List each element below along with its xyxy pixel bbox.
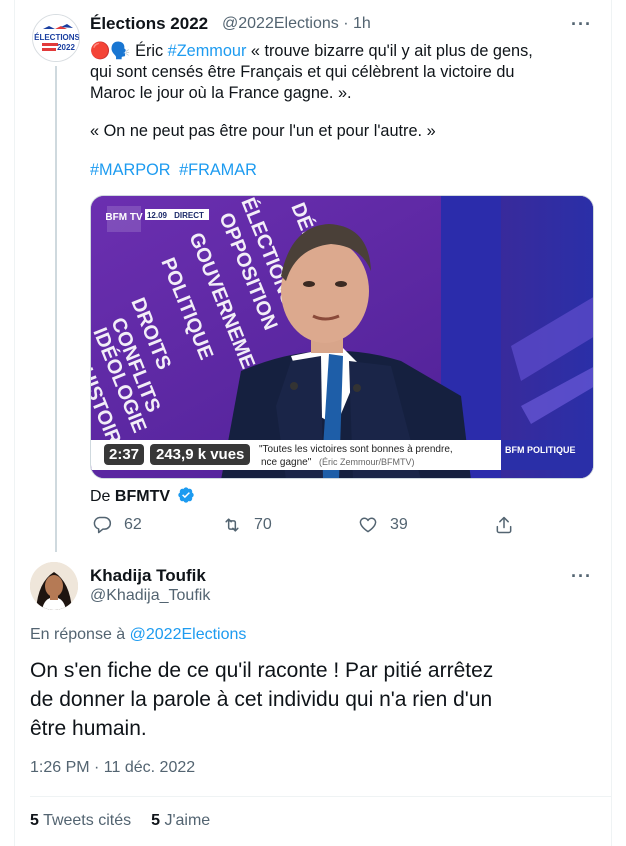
tweet-text: 🔴🗣️ Éric #Zemmour « trouve bizarre qu'il… <box>90 41 590 104</box>
engagement-stats: 5 Tweets cités 5 J'aime <box>30 812 210 830</box>
retweet-button[interactable]: 70 <box>222 515 272 535</box>
reply-context: En réponse à @2022Elections <box>30 626 246 644</box>
hashtag-row: #MARPOR #FRAMAR <box>90 161 261 180</box>
quote-tweets-link[interactable]: 5 Tweets cités <box>30 812 131 830</box>
video-duration: 2:37 <box>104 444 145 465</box>
text-line2: qui sont censés être Français et qui cél… <box>90 63 515 81</box>
svg-text:BFM TV: BFM TV <box>105 212 143 223</box>
video-player[interactable]: DÉBAT ÉLECTIONS OPPOSITION GOUVERNEMENT … <box>90 195 594 479</box>
reply-text: On s'en fiche de ce qu'il raconte ! Par … <box>30 656 590 743</box>
reply-author-handle[interactable]: @Khadija_Toufik <box>90 587 210 605</box>
hashtag-link[interactable]: #Zemmour <box>168 42 247 60</box>
verified-icon <box>178 487 195 503</box>
program-label: BFM POLITIQUE <box>505 445 576 455</box>
reply-icon <box>93 516 112 534</box>
thread-line <box>55 66 57 552</box>
share-button[interactable] <box>494 515 514 535</box>
live-label: DIRECT <box>174 211 204 220</box>
retweet-count: 70 <box>254 516 272 533</box>
author-avatar[interactable]: ÉLECTIONS 2022 <box>32 14 80 62</box>
video-frame: DÉBAT ÉLECTIONS OPPOSITION GOUVERNEMENT … <box>91 196 593 478</box>
reply-count: 62 <box>124 516 142 533</box>
reply-author-name[interactable]: Khadija Toufik <box>90 566 206 586</box>
reply-prefix: En réponse à <box>30 626 126 643</box>
caption-line1: "Toutes les victoires sont bonnes à pren… <box>259 444 453 455</box>
source-link[interactable]: BFMTV <box>115 488 170 505</box>
more-icon[interactable]: ··· <box>571 14 592 35</box>
caption-line2: nce gagne" <box>261 457 312 468</box>
author-handle[interactable]: @2022Elections · 1h <box>222 15 371 33</box>
quote-label: Tweets cités <box>43 812 132 829</box>
reply-button[interactable]: 62 <box>92 515 142 535</box>
reply-text-line: être humain. <box>30 717 147 740</box>
svg-text:ÉLECTIONS: ÉLECTIONS <box>34 33 80 42</box>
source-prefix: De <box>90 488 111 505</box>
reply-to-link[interactable]: @2022Elections <box>130 626 247 643</box>
likes-count: 5 <box>151 812 160 829</box>
tweet-quote: « On ne peut pas être pour l'un et pour … <box>90 122 436 140</box>
text-line1: « trouve bizarre qu'il y ait plus de gen… <box>250 42 533 60</box>
hashtag-link[interactable]: #FRAMAR <box>179 161 257 179</box>
svg-text:2022: 2022 <box>57 43 75 52</box>
reply-author-avatar[interactable] <box>30 562 78 610</box>
likes-label: J'aime <box>164 812 211 829</box>
reply-text-line: de donner la parole à cet individu qui n… <box>30 688 493 711</box>
hashtag-link[interactable]: #MARPOR <box>90 161 171 179</box>
like-button[interactable]: 39 <box>358 515 408 535</box>
right-border <box>611 0 612 846</box>
like-icon <box>359 517 377 533</box>
retweet-icon <box>225 518 239 532</box>
divider <box>30 796 611 797</box>
bfmtv-logo: BFM TV <box>105 206 143 232</box>
share-icon <box>496 516 512 534</box>
quote-count: 5 <box>30 812 39 829</box>
text-prefix: Éric <box>135 42 164 60</box>
more-icon[interactable]: ··· <box>571 566 592 587</box>
text-line3: Maroc le jour où la France gagne. ». <box>90 84 352 102</box>
left-border <box>14 0 15 846</box>
likes-link[interactable]: 5 J'aime <box>151 812 210 830</box>
video-views: 243,9 k vues <box>150 444 251 465</box>
reply-timestamp[interactable]: 1:26 PM · 11 déc. 2022 <box>30 759 195 777</box>
author-name[interactable]: Élections 2022 <box>90 14 208 34</box>
reply-text-line: On s'en fiche de ce qu'il raconte ! Par … <box>30 659 494 682</box>
emoji: 🔴🗣️ <box>90 42 131 60</box>
like-count: 39 <box>390 516 408 533</box>
caption-credit: (Éric Zemmour/BFMTV) <box>319 457 415 467</box>
live-time: 12.09 <box>147 211 168 220</box>
source-attribution: De BFMTV <box>90 486 195 506</box>
